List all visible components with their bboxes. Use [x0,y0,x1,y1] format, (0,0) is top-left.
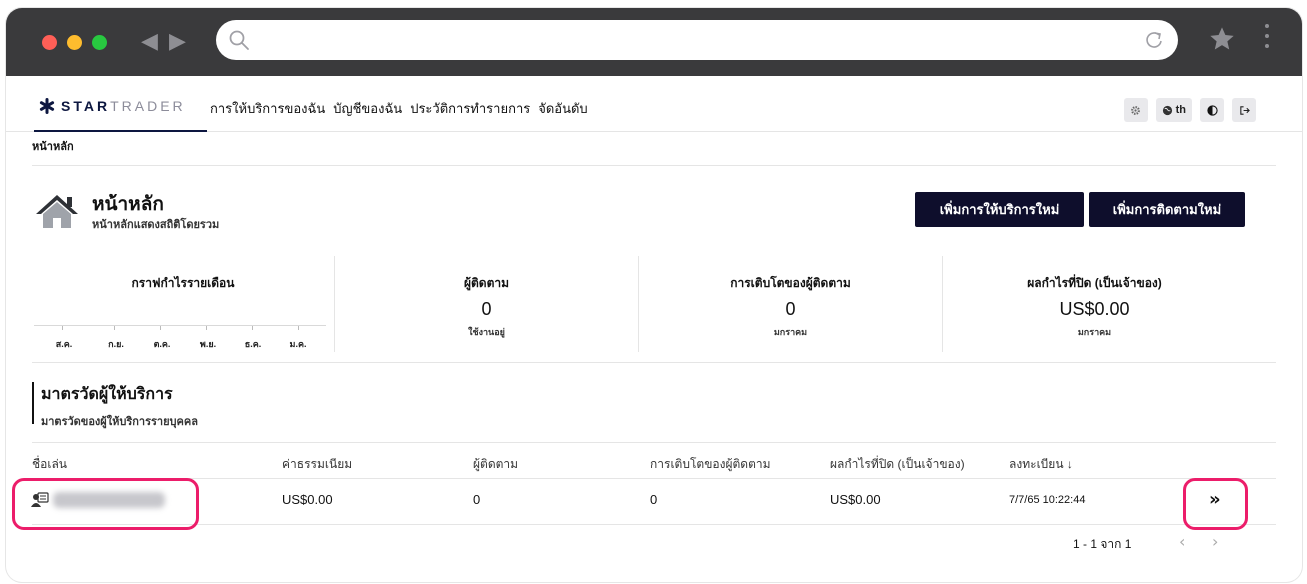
reload-icon[interactable] [1144,30,1164,50]
growth-stat-label: การเติบโตของผู้ติดตาม [730,276,851,290]
followers-stat: ผู้ติดตาม 0 ใช้งานอยู่ [335,256,638,352]
row-fee: US$0.00 [282,492,333,507]
next-page-icon[interactable]: › [1212,532,1218,551]
logout-button[interactable] [1232,98,1256,122]
profit-stat-sub: มกราคม [1077,327,1112,337]
metrics-title: มาตรวัดผู้ให้บริการ [41,386,173,403]
row-registered-date: 7/7/65 10:22:44 [1009,494,1086,506]
divider [32,362,1276,363]
menu-ranking[interactable]: จัดอันดับ [538,98,587,119]
theme-toggle-button[interactable] [1200,98,1224,122]
logo-text-light: TRADER [110,98,186,114]
row-followers: 0 [473,492,481,507]
table-border [32,442,1276,443]
table-row-divider [32,524,1276,525]
followers-stat-label: ผู้ติดตาม [463,276,510,290]
browser-window: ◀ ▶ STARTRADER การให้บริการของฉัน บัญชีข… [6,8,1302,582]
add-new-follow-button[interactable]: เพิ่มการติดตามใหม่ [1089,192,1245,227]
growth-stat-value: 0 [785,299,796,319]
main-menu: การให้บริการของฉัน บัญชีของฉัน ประวัติกา… [210,98,588,119]
gear-icon [1131,105,1141,115]
close-window-button[interactable] [42,35,57,50]
forward-icon[interactable]: ▶ [169,28,186,56]
menu-my-services[interactable]: การให้บริการของฉัน [210,98,325,119]
pagination-summary: 1 - 1 จาก 1 [1073,537,1132,551]
chart-tick [114,326,115,330]
chart-tick [298,326,299,330]
col-header-registered[interactable]: ลงทะเบียน ↓ [1009,455,1073,474]
add-new-service-button[interactable]: เพิ่มการให้บริการใหม่ [915,192,1084,227]
row-follower-growth: 0 [650,492,658,507]
language-button[interactable]: th [1155,98,1192,122]
maximize-window-button[interactable] [92,35,107,50]
chart-x-axis [34,325,326,326]
asterisk-logo-icon [39,98,55,114]
contrast-icon [1206,104,1218,116]
growth-stat-sub: มกราคม [773,327,808,337]
minimize-window-button[interactable] [67,35,82,50]
chart-tick-label: ก.ย. [108,339,124,349]
chart-tick [160,326,161,330]
breadcrumb[interactable]: หน้าหลัก [32,137,74,155]
chart-tick [62,326,63,330]
bookmark-star-icon[interactable] [1208,25,1236,53]
chart-tick-label: พ.ย. [199,339,217,349]
more-menu-icon[interactable] [1265,24,1273,54]
startrader-logo[interactable]: STARTRADER [39,98,186,114]
row-closed-profit: US$0.00 [830,492,881,507]
menu-my-account[interactable]: บัญชีของฉัน [333,98,402,119]
language-label: th [1175,104,1186,116]
col-header-nickname[interactable]: ชื่อเล่น [32,455,67,474]
chart-tick-label: ต.ค. [153,339,171,349]
back-icon[interactable]: ◀ [141,28,158,56]
toolbar-buttons: th [1123,98,1256,122]
menu-transaction-history[interactable]: ประวัติการทำรายการ [410,98,530,119]
chart-tick [252,326,253,330]
chart-tick-label: ม.ค. [289,339,307,349]
globe-icon [1162,105,1172,115]
follower-growth-stat: การเติบโตของผู้ติดตาม 0 มกราคม [639,256,942,352]
logout-icon [1239,105,1250,115]
page-subtitle: หน้าหลักแสดงสถิติโดยรวม [92,219,220,231]
profit-stat-label: ผลกำไรที่ปิด (เป็นเจ้าของ) [1027,276,1162,290]
highlight-details-button [1183,478,1248,530]
home-icon [36,195,78,228]
chart-label: กราฟกำไรรายเดือน [131,276,235,290]
address-bar[interactable] [216,20,1178,60]
provider-metrics-header: มาตรวัดผู้ให้บริการ มาตรวัดของผู้ให้บริก… [32,382,198,428]
chart-tick-label: ธ.ค. [244,339,262,349]
col-header-fee[interactable]: ค่าธรรมเนียม [282,455,352,474]
col-header-closed-profit[interactable]: ผลกำไรที่ปิด (เป็นเจ้าของ) [830,455,965,474]
chart-tick-label: ส.ค. [55,339,73,349]
followers-stat-value: 0 [481,299,492,319]
metrics-subtitle: มาตรวัดของผู้ให้บริการรายบุคคล [41,416,198,428]
col-header-follower-growth[interactable]: การเติบโตของผู้ติดตาม [650,455,771,474]
monthly-profit-chart: กราฟกำไรรายเดือน ส.ค. ก.ย. ต.ค. พ.ย. ธ.ค… [32,256,334,352]
stats-panel: กราฟกำไรรายเดือน ส.ค. ก.ย. ต.ค. พ.ย. ธ.ค… [32,256,1276,362]
followers-stat-sub: ใช้งานอยู่ [468,327,505,337]
chart-tick [206,326,207,330]
profit-stat-value: US$0.00 [1059,299,1130,319]
highlight-nickname [12,478,199,530]
col-header-followers[interactable]: ผู้ติดตาม [473,455,518,474]
active-nav-indicator [34,130,207,132]
divider [32,165,1276,166]
browser-toolbar: ◀ ▶ [6,8,1302,76]
search-icon [229,30,249,50]
previous-page-icon[interactable]: ‹ [1179,532,1185,551]
settings-button[interactable] [1123,98,1148,122]
closed-profit-stat: ผลกำไรที่ปิด (เป็นเจ้าของ) US$0.00 มกราค… [943,256,1246,352]
app-navbar: STARTRADER การให้บริการของฉัน บัญชีของฉั… [6,76,1302,132]
table-header-divider [32,478,1276,479]
logo-text-bold: STAR [61,98,111,114]
